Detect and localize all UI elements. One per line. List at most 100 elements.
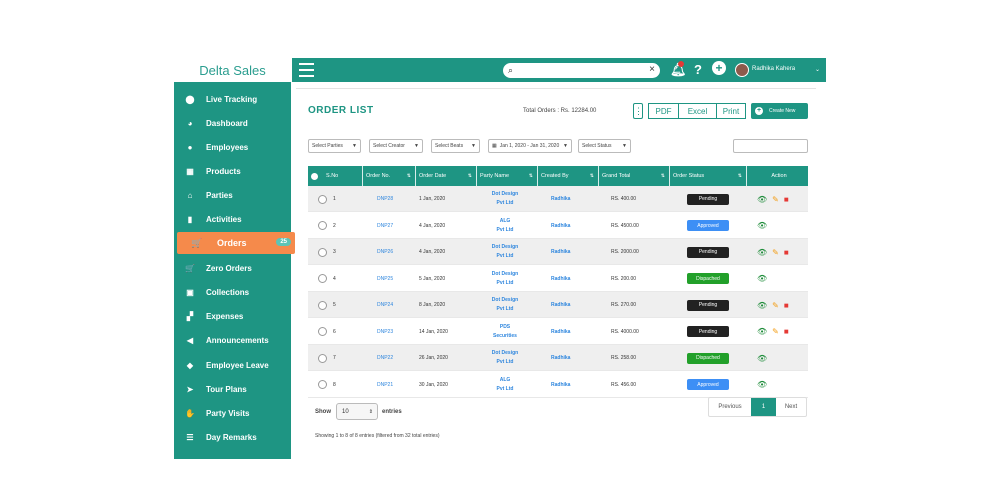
order-number-link[interactable]: DNP23 (377, 319, 393, 345)
table-search-input[interactable] (733, 139, 808, 153)
table-row[interactable]: 5 DNP24 8 Jan, 2020 Dot Design Pvt Ltd Radhik… (308, 292, 808, 318)
created-by-link[interactable]: Radhika (551, 266, 570, 292)
row-select-radio[interactable] (318, 380, 327, 389)
creator-filter-select[interactable]: Select Creator ▼ (369, 139, 423, 153)
sidebar-item-dashboard[interactable]: ◕ Dashboard (174, 112, 291, 134)
avatar[interactable] (735, 63, 749, 77)
sidebar-item-employee-leave[interactable]: ◆ Employee Leave (174, 354, 291, 376)
delete-trash-icon[interactable]: ■ (784, 248, 789, 257)
page-size-select[interactable]: 10 ⇕ (336, 403, 378, 420)
search-input[interactable]: ⌕ × (503, 63, 660, 78)
sidebar-item-live-tracking[interactable]: ⬤ Live Tracking (174, 88, 291, 110)
table-row[interactable]: 3 DNP26 4 Jan, 2020 Dot Design Pvt Ltd Radhik… (308, 239, 808, 265)
view-eye-icon[interactable]: 👁︎ (757, 327, 767, 336)
table-row[interactable]: 2 DNP27 4 Jan, 2020 ALG Pvt Ltd Radhika RS. 45… (308, 213, 808, 239)
sidebar-item-announcements[interactable]: ◀ Announcements (174, 329, 291, 351)
create-new-button[interactable]: + Create New (751, 103, 808, 119)
view-eye-icon[interactable]: 👁︎ (757, 354, 767, 363)
party-name-link[interactable]: ALG Pvt Ltd (476, 217, 534, 235)
edit-icon[interactable]: ✎ (772, 301, 779, 310)
row-select-radio[interactable] (318, 247, 327, 257)
column-order-no[interactable]: Order No. ⇅ (363, 166, 416, 186)
previous-page-button[interactable]: Previous (709, 398, 751, 416)
status-filter-select[interactable]: Select Status ▼ (578, 139, 631, 153)
view-eye-icon[interactable]: 👁︎ (757, 195, 767, 204)
table-row[interactable]: 6 DNP23 14 Jan, 2020 PDS Securities Radhika RS… (308, 319, 808, 345)
created-by-link[interactable]: Radhika (551, 319, 570, 345)
order-number-link[interactable]: DNP22 (377, 345, 393, 371)
sidebar-item-parties[interactable]: ⌂ Parties (174, 184, 291, 206)
hamburger-menu-icon[interactable] (299, 63, 314, 77)
party-filter-select[interactable]: Select Parties ▼ (308, 139, 361, 153)
column-order-date[interactable]: Order Date ⇅ (416, 166, 477, 186)
created-by-link[interactable]: Radhika (551, 186, 570, 212)
sidebar-item-zero-orders[interactable]: 🛒 Zero Orders (174, 257, 291, 279)
column-order-status[interactable]: Order Status ⇅ (670, 166, 747, 186)
party-name-link[interactable]: Dot Design Pvt Ltd (476, 296, 534, 314)
row-select-radio[interactable] (318, 327, 327, 336)
sidebar-item-day-remarks[interactable]: ☰ Day Remarks (174, 426, 291, 448)
created-by-link[interactable]: Radhika (551, 372, 570, 398)
sidebar-item-activities[interactable]: ▮ Activities (174, 208, 291, 230)
sidebar-item-party-visits[interactable]: ✋ Party Visits (174, 402, 291, 424)
delete-trash-icon[interactable]: ■ (784, 301, 789, 310)
view-eye-icon[interactable]: 👁︎ (757, 301, 767, 310)
created-by-link[interactable]: Radhika (551, 292, 570, 318)
table-row[interactable]: 4 DNP25 5 Jan, 2020 Dot Design Pvt Ltd Radhik… (308, 266, 808, 292)
column-created-by[interactable]: Created By ⇅ (538, 166, 599, 186)
sidebar-item-employees[interactable]: ● Employees (174, 136, 291, 158)
edit-icon[interactable]: ✎ (772, 195, 779, 204)
party-name-link[interactable]: Dot Design Pvt Ltd (476, 270, 534, 288)
view-eye-icon[interactable]: 👁︎ (757, 221, 767, 230)
row-select-radio[interactable] (318, 221, 327, 230)
date-range-picker[interactable]: ▦ Jan 1, 2020 - Jan 31, 2020 ▼ (488, 139, 572, 153)
excel-button[interactable]: Excel (679, 103, 717, 119)
select-all-checkbox[interactable] (311, 172, 318, 180)
add-circle-icon[interactable]: + (712, 61, 726, 75)
sidebar-item-tour-plans[interactable]: ➤ Tour Plans (174, 378, 291, 400)
created-by-link[interactable]: Radhika (551, 345, 570, 371)
party-name-link[interactable]: Dot Design Pvt Ltd (476, 349, 534, 367)
row-select-radio[interactable] (318, 194, 327, 204)
view-eye-icon[interactable]: 👁︎ (757, 380, 767, 389)
party-name-link[interactable]: ALG Pvt Ltd (476, 376, 534, 394)
page-1-button[interactable]: 1 (751, 398, 776, 416)
beats-filter-select[interactable]: Select Beats ▼ (431, 139, 480, 153)
party-name-link[interactable]: Dot Design Pvt Ltd (476, 243, 534, 261)
order-number-link[interactable]: DNP26 (377, 239, 393, 265)
view-eye-icon[interactable]: 👁︎ (757, 248, 767, 257)
created-by-link[interactable]: Radhika (551, 239, 570, 265)
print-button[interactable]: Print (717, 103, 746, 119)
party-name-link[interactable]: PDS Securities (476, 323, 534, 341)
table-row[interactable]: 1 DNP28 1 Jan, 2020 Dot Design Pvt Ltd Radhik… (308, 186, 808, 212)
row-select-radio[interactable] (318, 274, 327, 283)
row-select-radio[interactable] (318, 353, 327, 363)
sidebar-item-expenses[interactable]: ▞ Expenses (174, 305, 291, 327)
table-row[interactable]: 7 DNP22 26 Jan, 2020 Dot Design Pvt Ltd Radhi… (308, 345, 808, 371)
edit-icon[interactable]: ✎ (772, 327, 779, 336)
row-select-radio[interactable] (318, 300, 327, 310)
party-name-link[interactable]: Dot Design Pvt Ltd (476, 190, 534, 208)
column-grand-total[interactable]: Grand Total ⇅ (599, 166, 670, 186)
column-sno[interactable]: S.No (308, 166, 363, 186)
sidebar-item-collections[interactable]: ▣ Collections (174, 281, 291, 303)
view-eye-icon[interactable]: 👁︎ (757, 274, 767, 283)
order-number-link[interactable]: DNP24 (377, 292, 393, 318)
sidebar-item-products[interactable]: ▦ Products (174, 160, 291, 182)
sidebar-item-orders[interactable]: 🛒 Orders 25 (177, 232, 295, 254)
help-icon[interactable]: ? (694, 62, 702, 77)
user-name[interactable]: Radhika Kahera (752, 66, 795, 72)
delete-trash-icon[interactable]: ■ (784, 327, 789, 336)
order-number-link[interactable]: DNP25 (377, 266, 393, 292)
order-number-link[interactable]: DNP21 (377, 372, 393, 398)
column-party-name[interactable]: Party Name ⇅ (477, 166, 538, 186)
pdf-button[interactable]: PDF (648, 103, 679, 119)
edit-icon[interactable]: ✎ (772, 248, 779, 257)
next-page-button[interactable]: Next (776, 398, 806, 416)
delete-trash-icon[interactable]: ■ (784, 195, 789, 204)
table-row[interactable]: 8 DNP21 30 Jan, 2020 ALG Pvt Ltd Radhika RS. 4… (308, 372, 808, 398)
created-by-link[interactable]: Radhika (551, 213, 570, 239)
chevron-down-icon[interactable]: ⌄ (815, 66, 820, 73)
more-options-icon[interactable]: ⋮ (633, 103, 643, 119)
clear-search-icon[interactable]: × (649, 64, 655, 75)
